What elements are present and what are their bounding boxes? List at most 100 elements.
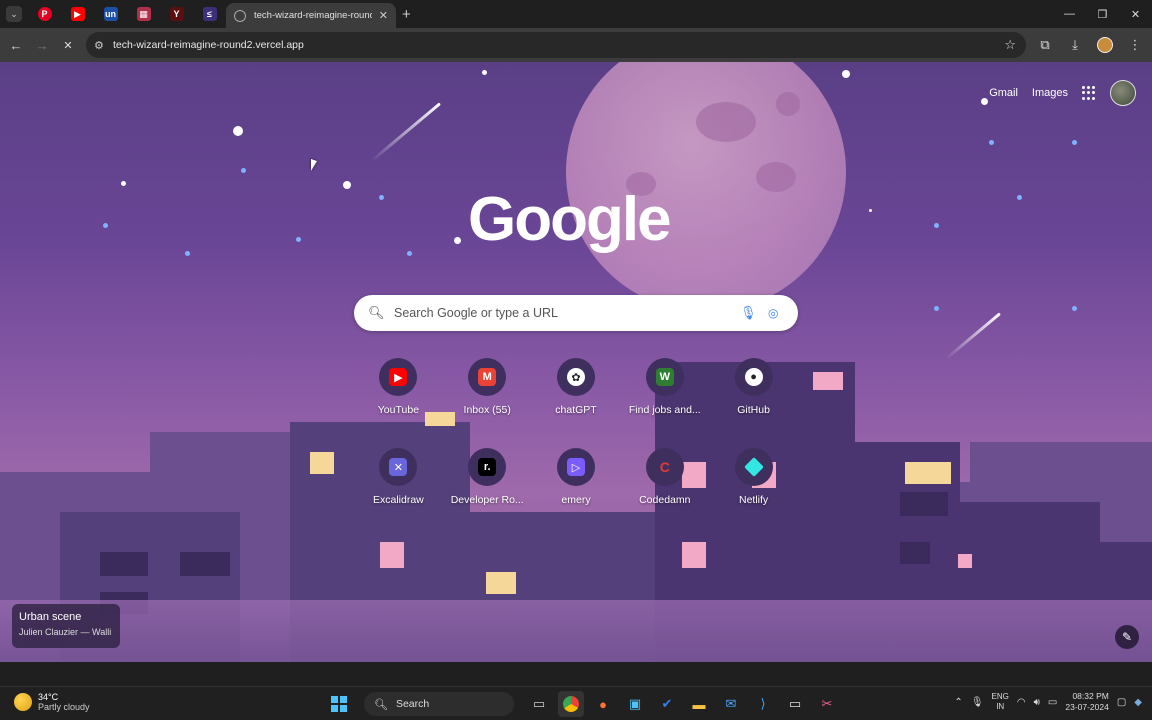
gmail-link[interactable]: Gmail	[989, 87, 1018, 99]
shortcut-chatgpt[interactable]: ✿ chatGPT	[532, 354, 621, 432]
language-indicator[interactable]: ENG IN	[992, 692, 1009, 712]
chrome-icon[interactable]	[558, 691, 584, 717]
youtube-icon: ▶	[389, 368, 408, 386]
wifi-icon[interactable]: ◠	[1017, 697, 1026, 708]
account-avatar[interactable]	[1110, 80, 1136, 106]
back-button[interactable]: ←	[3, 32, 29, 58]
shortcut-youtube[interactable]: ▶ YouTube	[354, 354, 443, 432]
shortcut-find-jobs[interactable]: W Find jobs and...	[620, 354, 709, 432]
water-reflection	[0, 600, 1152, 662]
netlify-icon	[743, 457, 764, 477]
weather-condition: Partly cloudy	[38, 702, 90, 712]
star	[185, 251, 190, 256]
restore-icon[interactable]: ❐	[1086, 0, 1119, 28]
battery-icon[interactable]: ▭	[1048, 697, 1057, 708]
browser-toolbar: ← → ✕ ⚙ tech-wizard-reimagine-round2.ver…	[0, 28, 1152, 62]
pinned-tab-unstop[interactable]: un	[94, 0, 127, 28]
copilot-icon[interactable]: ◆	[1134, 697, 1142, 708]
app-icon: ▦	[136, 7, 151, 21]
shortcut-emery[interactable]: ▷ emery	[532, 444, 621, 522]
todo-icon[interactable]: ✔	[654, 691, 680, 717]
google-apps-icon[interactable]	[1082, 86, 1096, 100]
codedamn-icon: C	[659, 459, 670, 475]
shortcut-label: Developer Ro...	[450, 494, 524, 506]
star	[454, 237, 461, 244]
credit-title: Urban scene	[19, 611, 82, 623]
profile-avatar[interactable]	[1092, 32, 1118, 58]
downloads-icon[interactable]: ⤓	[1062, 32, 1088, 58]
notification-icon[interactable]: ▢	[1117, 697, 1126, 708]
firefox-icon[interactable]: ●	[590, 691, 616, 717]
lang-top: ENG	[991, 692, 1009, 701]
new-tab-button[interactable]: +	[402, 6, 411, 23]
meteor	[370, 102, 441, 163]
star	[989, 140, 994, 145]
weather-widget[interactable]: 34°C Partly cloudy	[14, 692, 90, 712]
shortcut-netlify[interactable]: Netlify	[709, 444, 798, 522]
microphone-icon[interactable]: 🎙︎	[971, 697, 984, 708]
address-bar[interactable]: ⚙ tech-wizard-reimagine-round2.vercel.ap…	[86, 32, 1026, 58]
taskbar-search[interactable]: 🔍︎ Search	[364, 692, 514, 716]
weather-icon	[14, 693, 32, 711]
active-tab[interactable]: tech-wizard-reimagine-round2 ✕	[226, 3, 396, 28]
pinned-tab-red[interactable]: Y	[160, 0, 193, 28]
purple-app-icon: ≤	[202, 7, 217, 21]
star	[407, 251, 412, 256]
stop-button[interactable]: ✕	[55, 32, 81, 58]
clock-time: 08:32 PM	[1072, 691, 1109, 701]
close-tab-icon[interactable]: ✕	[379, 9, 388, 22]
extensions-icon[interactable]: ⧉	[1032, 32, 1058, 58]
star	[343, 181, 351, 189]
shortcut-label: GitHub	[737, 404, 770, 416]
vscode-icon[interactable]: ⟩	[750, 691, 776, 717]
youtube-icon: ▶	[70, 7, 85, 21]
start-button[interactable]	[326, 691, 352, 717]
shortcut-codedamn[interactable]: C Codedamn	[620, 444, 709, 522]
minimize-icon[interactable]: —	[1053, 0, 1086, 28]
tab-strip: ⌄ P ▶ un ▦ Y ≤ tech-wizard-reimagine-rou…	[0, 0, 1152, 28]
mail-icon[interactable]: ✉	[718, 691, 744, 717]
clock[interactable]: 08:32 PM 23-07-2024	[1065, 691, 1108, 713]
volume-icon[interactable]: 🔊︎	[1034, 697, 1040, 708]
search-box[interactable]: 🔍︎ 🎙︎ ◎	[354, 295, 798, 331]
pinned-tab-pinterest[interactable]: P	[28, 0, 61, 28]
customize-pencil-icon[interactable]: ✎	[1115, 625, 1139, 649]
background-credit[interactable]: Urban scene Julien Clauzier — Walli	[12, 604, 120, 648]
lang-bottom: IN	[996, 702, 1005, 711]
star	[842, 70, 850, 78]
star	[296, 237, 301, 242]
shortcut-github[interactable]: ● GitHub	[709, 354, 798, 432]
loading-icon	[234, 9, 246, 22]
star	[1017, 195, 1022, 200]
system-tray: ⌃ 🎙︎ ENG IN ◠ 🔊︎ ▭ 08:32 PM 23-07-2024 ▢…	[954, 691, 1152, 713]
pinned-tab-purple[interactable]: ≤	[193, 0, 226, 28]
star	[1072, 140, 1077, 145]
lens-icon[interactable]: ◎	[768, 306, 782, 320]
shortcut-developer-roadmap[interactable]: r. Developer Ro...	[443, 444, 532, 522]
images-link[interactable]: Images	[1032, 87, 1068, 99]
chevron-up-icon[interactable]: ⌃	[954, 697, 962, 708]
star	[241, 168, 246, 173]
terminal-icon[interactable]: ▭	[782, 691, 808, 717]
shortcut-excalidraw[interactable]: ✕ Excalidraw	[354, 444, 443, 522]
chatgpt-icon: ✿	[566, 368, 585, 386]
bookmark-star-icon[interactable]: ☆	[1004, 37, 1016, 53]
site-info-icon[interactable]: ⚙	[94, 39, 108, 52]
red-app-icon: Y	[169, 7, 184, 21]
file-explorer-icon[interactable]: ▬	[686, 691, 712, 717]
search-input[interactable]	[394, 306, 714, 320]
gmail-icon: M	[478, 368, 497, 386]
close-window-icon[interactable]: ✕	[1119, 0, 1152, 28]
pinned-tab-app[interactable]: ▦	[127, 0, 160, 28]
profile-icon	[1097, 37, 1113, 53]
tab-search-icon[interactable]: ⌄	[6, 6, 22, 22]
forward-button[interactable]: →	[29, 32, 55, 58]
menu-icon[interactable]: ⋮	[1122, 32, 1148, 58]
snipping-tool-icon[interactable]: ✂	[814, 691, 840, 717]
photos-icon[interactable]: ▣	[622, 691, 648, 717]
star	[1072, 306, 1077, 311]
pinned-tab-youtube[interactable]: ▶	[61, 0, 94, 28]
voice-search-icon[interactable]: 🎙︎	[740, 305, 757, 321]
shortcut-inbox[interactable]: M Inbox (55)	[443, 354, 532, 432]
task-view-icon[interactable]: ▭	[526, 691, 552, 717]
